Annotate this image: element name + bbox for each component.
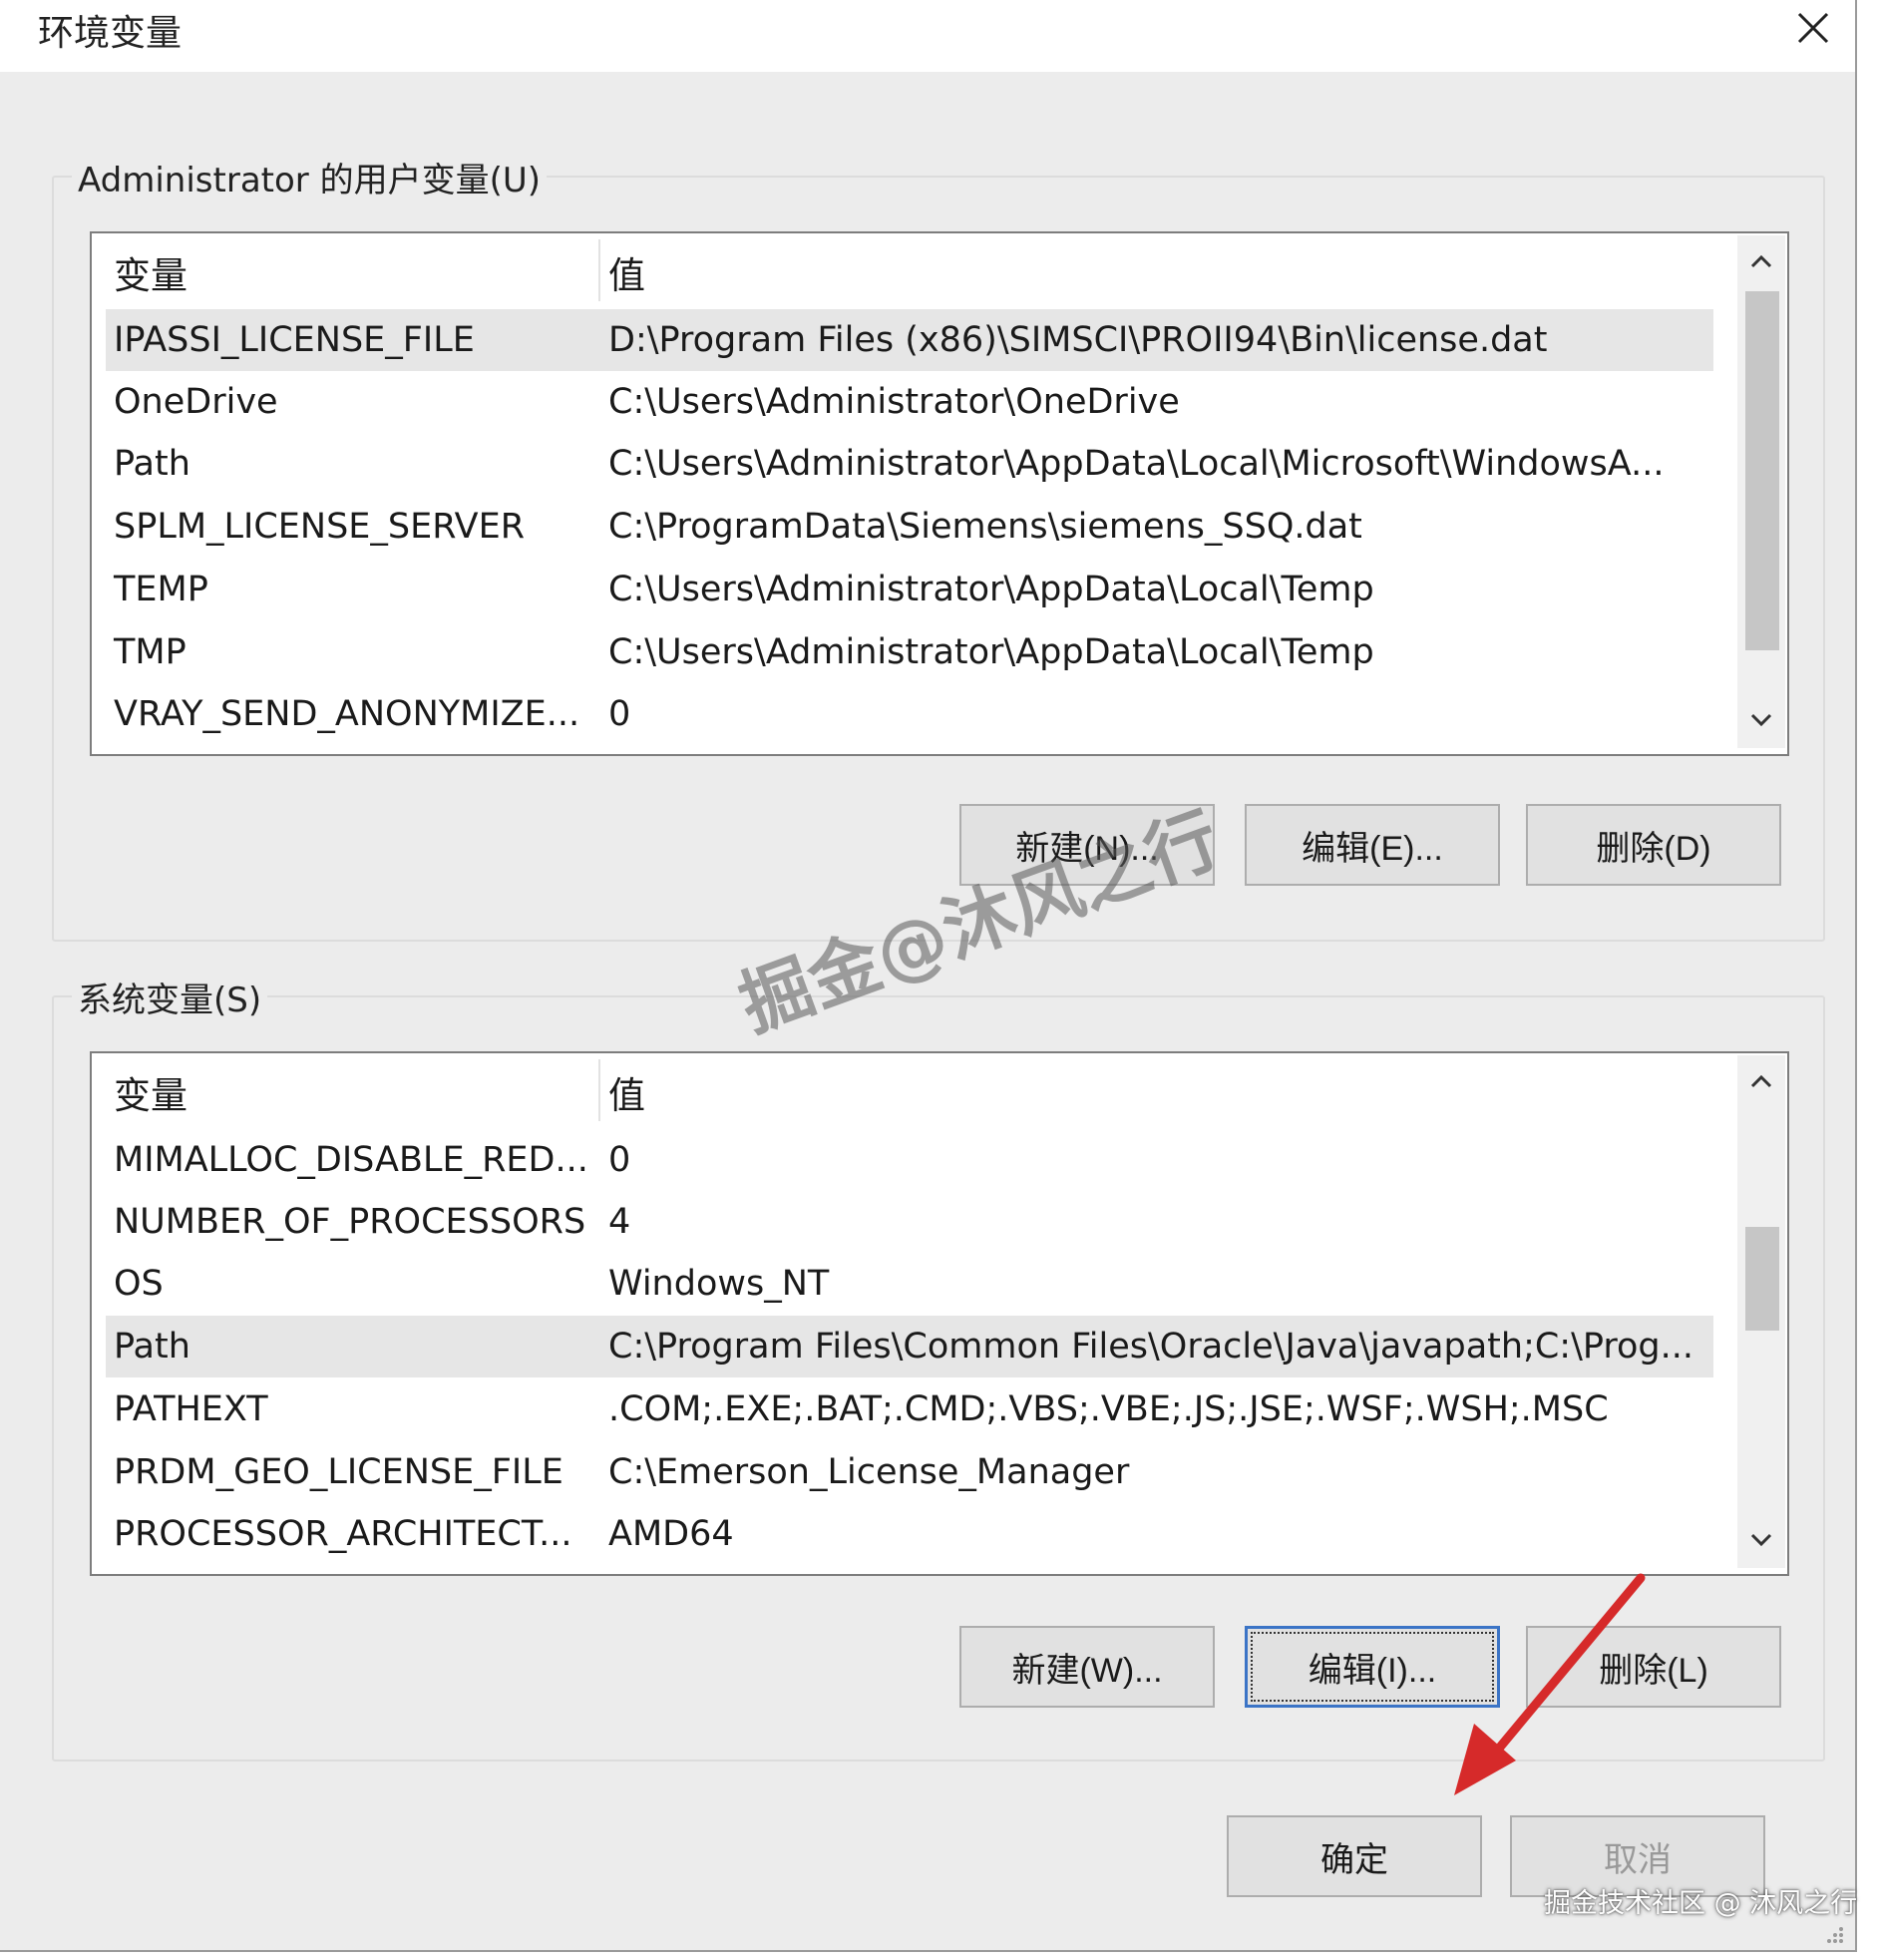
source-credit: 掘金技术社区 @ 沐风之行: [1544, 1888, 1858, 1919]
